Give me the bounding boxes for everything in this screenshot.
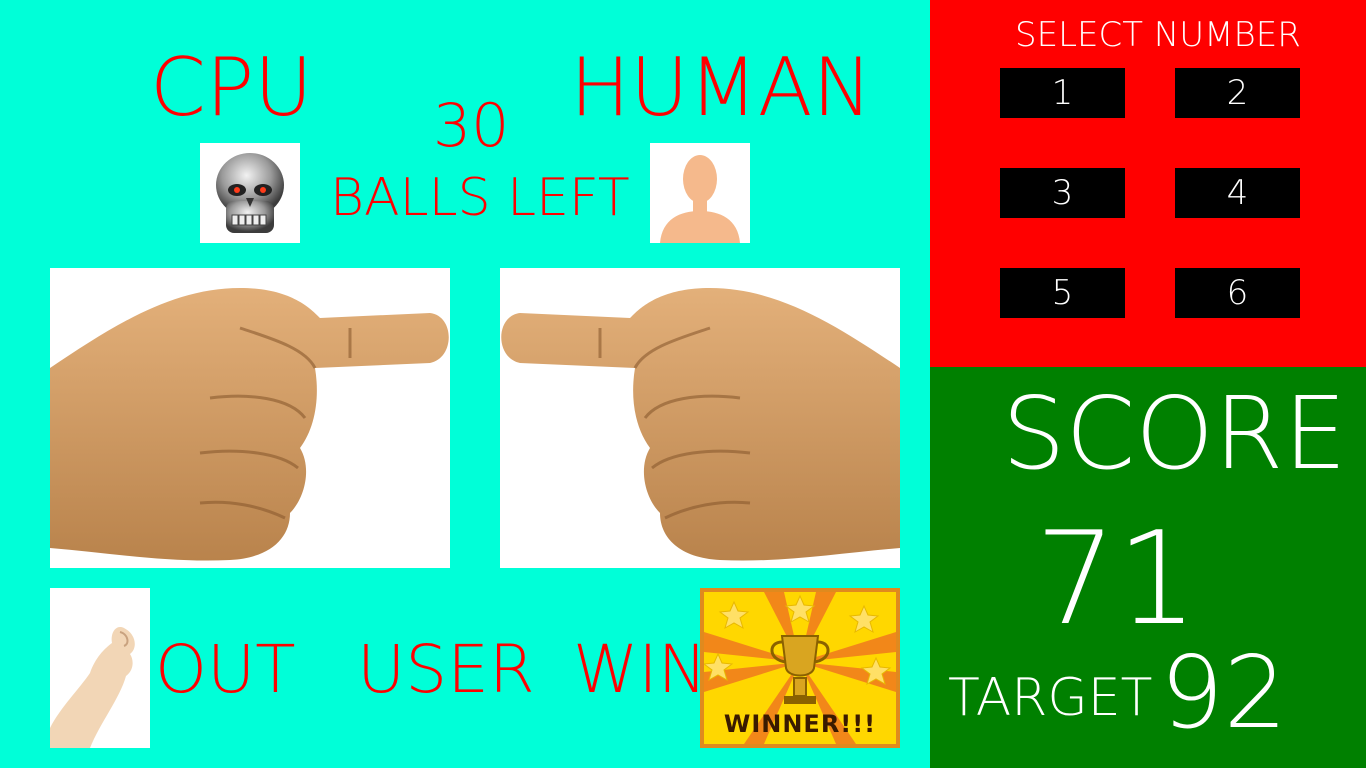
target-label: TARGET [948,668,1153,728]
balls-left-count: 30 [433,91,510,161]
robot-skull-icon [216,153,284,233]
result-win: WIN [573,631,708,708]
human-hand-image [500,268,900,568]
winner-badge-text: WINNER!!! [723,710,877,738]
human-silhouette-icon [660,155,740,243]
pointing-hand-left [501,288,900,561]
select-number-title: SELECT NUMBER [1015,15,1301,55]
number-button-3[interactable]: 3 [1000,168,1125,218]
result-user: USER [357,631,535,708]
number-button-6[interactable]: 6 [1175,268,1300,318]
score-value: 71 [1035,505,1198,654]
result-out: OUT [155,631,296,708]
human-label: HUMAN [570,41,873,134]
pointing-hand-right [50,288,449,561]
raised-finger-hand [50,627,135,748]
out-hand-image [50,588,150,748]
cpu-label: CPU [150,41,313,134]
cpu-hand-image [50,268,450,568]
number-button-1[interactable]: 1 [1000,68,1125,118]
balls-left-label: BALLS LEFT [330,168,630,228]
winner-badge: WINNER!!! [700,588,900,748]
human-avatar [650,143,750,243]
number-button-5[interactable]: 5 [1000,268,1125,318]
number-button-2[interactable]: 2 [1175,68,1300,118]
cpu-avatar [200,143,300,243]
target-value: 92 [1160,634,1288,751]
score-label: SCORE [1002,375,1347,492]
number-button-4[interactable]: 4 [1175,168,1300,218]
select-number-panel [930,0,1366,367]
